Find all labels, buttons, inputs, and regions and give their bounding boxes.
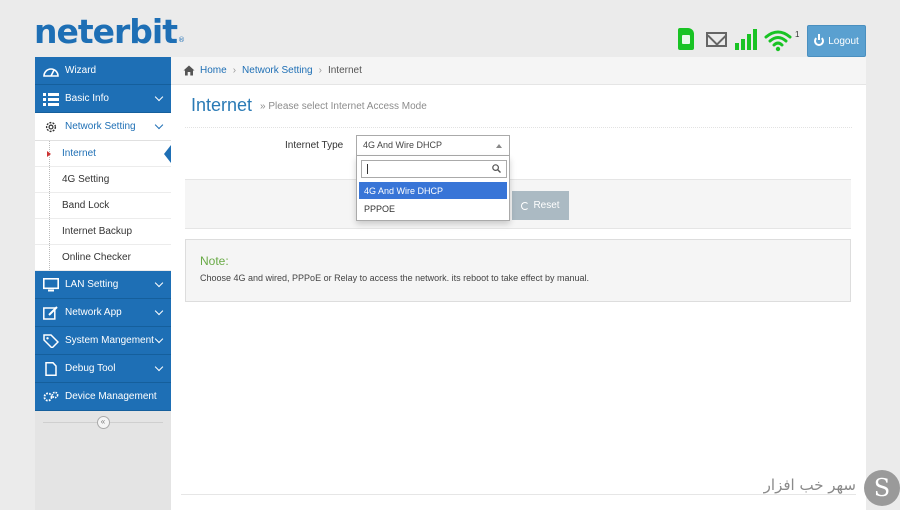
- signal-strength-icon: [735, 28, 759, 50]
- sidebar: Wizard Basic Info Network Setting Intern…: [35, 57, 171, 510]
- text-cursor: [367, 164, 368, 174]
- sim-card-icon[interactable]: [678, 28, 694, 50]
- breadcrumb-separator: ›: [318, 65, 322, 76]
- sidebar-item-lan-setting[interactable]: LAN Setting: [35, 271, 171, 299]
- sidebar-item-basic-info[interactable]: Basic Info: [35, 85, 171, 113]
- chevron-down-icon: [154, 120, 164, 130]
- reset-button[interactable]: Reset: [512, 191, 569, 220]
- logout-button[interactable]: Logout: [807, 25, 866, 57]
- power-icon: [814, 34, 825, 46]
- form-actions: Reset: [185, 179, 851, 229]
- neterbit-logo: neterbit®: [34, 12, 185, 51]
- chevron-down-icon: [154, 92, 164, 102]
- undo-icon: [521, 201, 530, 210]
- internet-type-label: Internet Type: [285, 140, 344, 151]
- note-box: Note: Choose 4G and wired, PPPoE or Rela…: [185, 239, 851, 302]
- monitor-icon: [43, 277, 59, 291]
- mail-icon[interactable]: [706, 32, 727, 47]
- internet-type-dropdown: 4G And Wire DHCP PPPOE: [356, 156, 510, 221]
- internet-type-select[interactable]: 4G And Wire DHCP: [356, 135, 510, 156]
- chevron-down-icon: [154, 362, 164, 372]
- breadcrumb-network-setting-link[interactable]: Network Setting: [242, 65, 313, 76]
- breadcrumb-separator: ›: [232, 65, 237, 76]
- chevron-down-icon: [154, 278, 164, 288]
- sidebar-subitem-online-checker[interactable]: Online Checker: [35, 245, 171, 271]
- note-title: Note:: [200, 254, 229, 268]
- sidebar-item-debug-tool[interactable]: Debug Tool: [35, 355, 171, 383]
- sidebar-subitem-band-lock[interactable]: Band Lock: [35, 193, 171, 219]
- top-header: neterbit® 1 Logout: [0, 0, 900, 58]
- chevron-down-icon: [154, 306, 164, 316]
- edit-icon: [43, 305, 58, 320]
- sidebar-subitem-4g-setting[interactable]: 4G Setting: [35, 167, 171, 193]
- page-header: Internet » Please select Internet Access…: [185, 85, 852, 128]
- list-icon: [43, 92, 59, 106]
- sidebar-item-network-setting[interactable]: Network Setting: [35, 113, 171, 141]
- dropdown-search-input[interactable]: [361, 160, 507, 178]
- chevron-down-icon: [154, 334, 164, 344]
- internet-type-row: Internet Type 4G And Wire DHCP: [185, 135, 851, 171]
- sidebar-subitem-internet[interactable]: Internet: [35, 141, 171, 167]
- breadcrumb-home-link[interactable]: Home: [200, 65, 227, 76]
- caret-right-icon: [47, 151, 51, 157]
- home-icon: [183, 65, 195, 76]
- sidebar-item-network-app[interactable]: Network App: [35, 299, 171, 327]
- gears-icon: [43, 391, 59, 401]
- sidebar-collapse-row: «: [35, 411, 171, 433]
- watermark-text: سهر خب افزار: [763, 476, 856, 494]
- page-subtitle: » Please select Internet Access Mode: [260, 101, 427, 112]
- watermark-logo: S: [864, 470, 900, 506]
- sidebar-item-wizard[interactable]: Wizard: [35, 57, 171, 85]
- tag-icon: [43, 333, 59, 348]
- main-content: Home › Network Setting › Internet Intern…: [171, 57, 866, 510]
- watermark: سهر خب افزار S: [742, 470, 900, 510]
- sidebar-item-device-management[interactable]: Device Management: [35, 383, 171, 411]
- wifi-client-count: 1: [795, 30, 800, 39]
- search-icon: [492, 164, 501, 173]
- breadcrumb-current: Internet: [327, 65, 362, 76]
- note-text: Choose 4G and wired, PPPoE or Relay to a…: [200, 273, 590, 283]
- active-indicator: [164, 145, 171, 163]
- wifi-icon[interactable]: [764, 28, 792, 52]
- dashboard-gauge-icon: [43, 67, 59, 77]
- sidebar-subitem-internet-backup[interactable]: Internet Backup: [35, 219, 171, 245]
- breadcrumb: Home › Network Setting › Internet: [171, 57, 866, 85]
- dropdown-option-4g-wire-dhcp[interactable]: 4G And Wire DHCP: [359, 182, 507, 199]
- dropdown-option-pppoe[interactable]: PPPOE: [359, 200, 507, 217]
- sidebar-collapse-button[interactable]: «: [96, 415, 110, 429]
- caret-up-icon: [496, 144, 502, 148]
- file-icon: [45, 361, 57, 376]
- gear-icon: [45, 121, 57, 132]
- sidebar-item-system-mangement[interactable]: System Mangement: [35, 327, 171, 355]
- page-title: Internet: [191, 95, 253, 115]
